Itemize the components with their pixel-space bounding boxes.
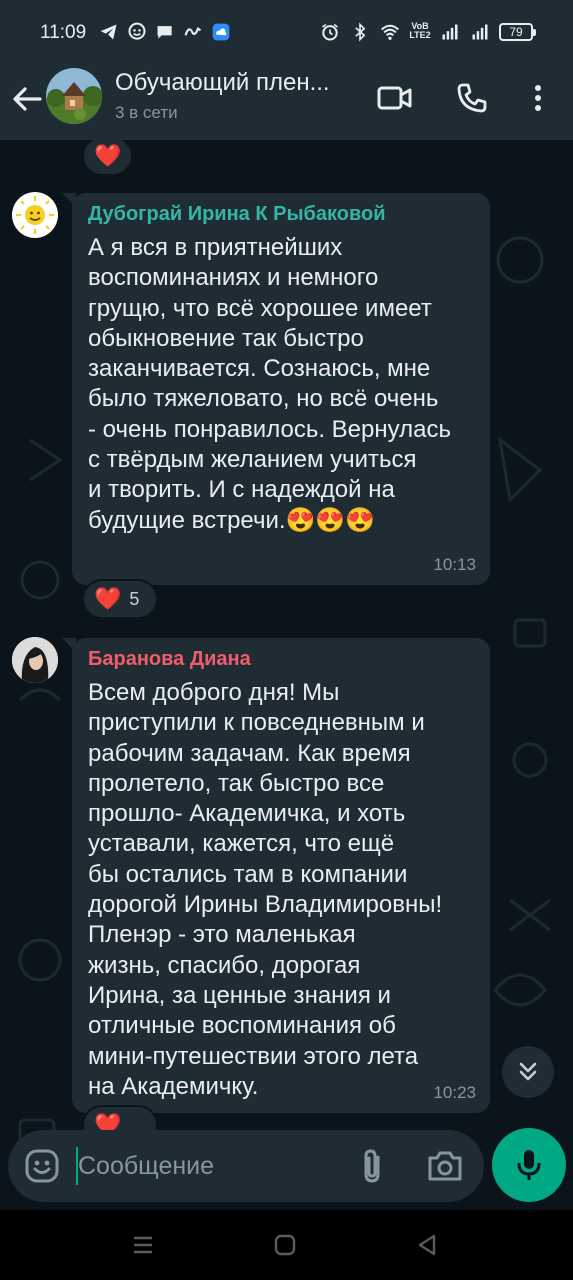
online-status: 3 в сети [115, 103, 178, 122]
group-avatar[interactable] [46, 68, 102, 124]
microphone-icon [517, 1150, 541, 1180]
alarm-icon [322, 23, 338, 41]
reaction-emoji: ❤️ [94, 586, 122, 611]
reaction-badge[interactable]: ❤️ 5 [82, 579, 158, 619]
more-vertical-icon [535, 85, 541, 111]
status-bar: 11:09 VoB LTE2 79 [0, 0, 573, 64]
system-navigation-bar [0, 1210, 573, 1280]
chat-title[interactable]: Обучающий плен... [115, 69, 330, 97]
wifi-icon [380, 24, 400, 40]
video-call-button[interactable] [375, 78, 415, 118]
battery-level: 79 [509, 25, 523, 39]
woman-avatar-image [12, 637, 58, 683]
home-icon[interactable] [272, 1232, 298, 1258]
chat-area[interactable]: ❤️ Дубограй Ирина К Рыбаковой А я вся в … [0, 140, 573, 1210]
sender-avatar[interactable] [12, 192, 58, 238]
sender-avatar[interactable] [12, 637, 58, 683]
voice-message-button[interactable] [492, 1128, 566, 1202]
voice-call-button[interactable] [452, 78, 492, 118]
back-icon[interactable] [414, 1232, 440, 1258]
message-composer [8, 1130, 484, 1202]
recent-apps-icon[interactable] [130, 1232, 156, 1258]
reaction-emoji: ❤️ [94, 143, 122, 168]
more-options-button[interactable] [518, 78, 558, 118]
vpn-icon [184, 27, 202, 36]
message-bubble[interactable]: Баранова Диана Всем доброго дня! Мы прис… [72, 638, 490, 1113]
message-time: 10:13 [433, 555, 476, 574]
chat-header: Обучающий плен... 3 в сети [0, 64, 573, 140]
attach-icon[interactable] [354, 1147, 390, 1185]
sun-avatar-image [16, 196, 54, 234]
emoji-icon[interactable] [24, 1148, 60, 1184]
back-arrow-icon[interactable] [10, 82, 44, 116]
volte-icon: VoB LTE2 [409, 22, 431, 42]
chat-bubble-icon [128, 22, 146, 40]
camera-icon[interactable] [426, 1148, 464, 1184]
app-icon [212, 23, 230, 41]
volte-bottom-label: LTE2 [409, 30, 431, 40]
sender-name[interactable]: Баранова Диана [88, 648, 251, 671]
signal-icon [442, 24, 458, 40]
status-time: 11:09 [40, 22, 87, 43]
message-text: Всем доброго дня! Мы приступили к повсед… [88, 679, 443, 1100]
message-input[interactable] [78, 1146, 338, 1186]
message-text: А я вся в приятнейших воспоминаниях и не… [88, 234, 451, 534]
scroll-to-bottom-button[interactable] [502, 1046, 554, 1098]
notification-icons [98, 22, 232, 42]
signal-icon [472, 24, 488, 40]
bluetooth-icon [355, 22, 366, 42]
video-call-icon [377, 86, 412, 110]
telegram-icon [100, 24, 117, 40]
message-icon [157, 26, 172, 39]
message-bubble[interactable]: Дубограй Ирина К Рыбаковой А я вся в при… [72, 193, 490, 585]
voice-call-icon [457, 83, 487, 113]
battery-icon: 79 [499, 23, 536, 41]
reaction-badge[interactable]: ❤️ [82, 140, 134, 176]
double-chevron-down-icon [519, 1062, 537, 1081]
group-avatar-image [46, 68, 102, 124]
system-icons: VoB LTE2 79 [319, 22, 536, 42]
sender-name[interactable]: Дубограй Ирина К Рыбаковой [88, 203, 386, 226]
reaction-count: 5 [129, 588, 140, 609]
message-time: 10:23 [433, 1083, 476, 1102]
